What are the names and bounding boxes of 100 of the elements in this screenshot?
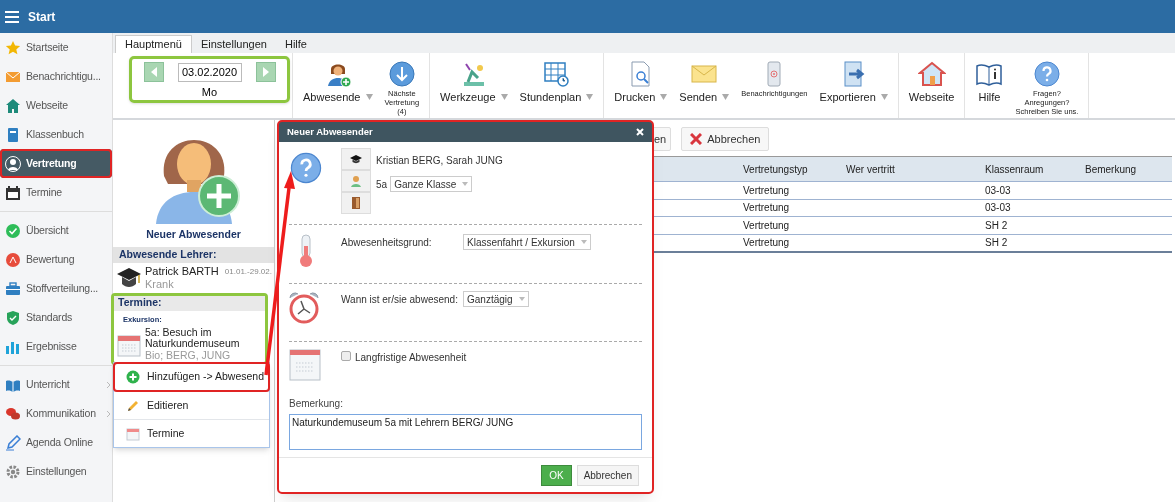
menu-item[interactable]: Termine <box>114 419 269 447</box>
cancel-icon <box>690 133 703 145</box>
ribbon-tab[interactable]: Einstellungen <box>191 35 276 53</box>
remark-field[interactable]: Naturkundemuseum 5a mit Lehrern BERG/ JUNG <box>289 414 642 450</box>
menu-item[interactable]: Hinzufügen -> Abwesend <box>114 363 269 391</box>
graduation-cap-icon <box>349 154 363 164</box>
right-triangle-icon <box>262 67 269 77</box>
rating-icon <box>5 251 21 268</box>
appointment-subtitle: Bio; BERG, JUNG <box>145 350 232 361</box>
sidebar-item[interactable]: Startseite <box>0 33 112 62</box>
thermometer-icon <box>297 234 315 268</box>
table-cell-text: Vertretung <box>742 236 791 251</box>
date-field[interactable]: 03.02.2020 <box>177 62 242 82</box>
table-cell-text: SH 2 <box>984 218 1009 233</box>
caret-icon <box>365 94 373 101</box>
door-icon <box>352 197 360 209</box>
caret-icon <box>518 297 525 301</box>
door-button[interactable] <box>341 192 371 214</box>
checkbox[interactable] <box>341 351 351 361</box>
calendar-icon <box>289 349 321 381</box>
new-absentee-button[interactable]: Neuer Abwesender <box>113 120 274 243</box>
class-label: 5a <box>376 177 388 192</box>
sidebar-item[interactable]: Unterricht <box>0 370 112 399</box>
sidebar-item[interactable]: Ergebnisse <box>0 332 112 361</box>
ribbon-button[interactable]: Stundenplan <box>515 60 598 106</box>
sidebar-item[interactable]: Agenda Online <box>0 428 112 457</box>
dialog-button[interactable]: Abbrechen <box>576 464 639 486</box>
graduation-cap-icon <box>116 265 142 290</box>
down-arrow-circle-icon <box>387 60 416 88</box>
house-icon <box>5 97 21 114</box>
table-cell-text: SH 2 <box>984 236 1009 251</box>
reason-label: Abwesenheitsgrund: <box>341 236 433 250</box>
ribbon-tab[interactable]: Hilfe <box>275 35 316 53</box>
ribbon-button[interactable]: Drucken <box>610 60 672 106</box>
reason-select[interactable]: Klassenfahrt / Exkursion <box>463 234 591 250</box>
teacher-name: Patrick BARTH <box>145 264 219 278</box>
class-scope-select[interactable]: Ganze Klasse <box>390 176 473 192</box>
caret-icon <box>722 94 730 101</box>
caret-icon <box>586 94 594 101</box>
calendar-icon <box>126 426 140 441</box>
next-day-button[interactable] <box>255 62 276 82</box>
question-circle-icon <box>1032 60 1061 88</box>
sidebar-item[interactable]: Standards <box>0 303 112 332</box>
appointment-item[interactable]: 5a: Besuch im Naturkundemuseum Bio; BERG, JUNG <box>114 325 265 362</box>
briefcase-icon <box>5 280 21 297</box>
column-header: Bemerkung <box>1084 162 1138 177</box>
ribbon-button[interactable]: Senden <box>675 60 734 106</box>
ribbon-button[interactable]: Hilfe <box>971 60 1008 106</box>
calendar-icon <box>5 184 21 201</box>
sidebar-item[interactable]: Termine <box>0 178 112 207</box>
star-icon <box>5 39 21 56</box>
sidebar-item[interactable]: Kommunikation <box>0 399 112 428</box>
chevron-icon <box>106 409 111 418</box>
menu-item[interactable]: Editieren <box>114 391 269 419</box>
check-circle-icon <box>5 222 21 239</box>
ribbon-button[interactable]: Abwesende <box>299 60 377 106</box>
caret-icon <box>880 94 888 101</box>
question-circle-icon <box>289 151 323 185</box>
graduation-cap-button[interactable] <box>341 148 371 170</box>
sidebar-item[interactable]: Webseite <box>0 91 112 120</box>
table-cell-text: Vertretung <box>742 183 791 198</box>
sidebar-item[interactable]: Stoffverteilung... <box>0 274 112 303</box>
toolbar-button[interactable]: Abbrechen <box>681 127 770 151</box>
teacher-names: Kristian BERG, Sarah JUNG <box>376 154 503 168</box>
plus-circle-icon <box>126 370 140 384</box>
caret-icon <box>500 94 508 101</box>
ribbon-tab[interactable]: Hauptmenü <box>115 35 192 53</box>
sidebar-item[interactable]: Vertretung <box>0 149 112 178</box>
table-cell-text: 03-03 <box>984 201 1012 216</box>
dialog-title: Neuer Abwesender <box>287 124 373 139</box>
previous-day-button[interactable] <box>143 62 164 82</box>
absence-time-label: Wann ist er/sie abwesend: <box>341 293 459 307</box>
calendar-icon <box>117 333 141 357</box>
house-icon <box>917 60 946 88</box>
pencil-icon <box>126 398 140 413</box>
absence-period: 01.01.-29.02. <box>224 265 272 278</box>
sidebar-item[interactable]: Übersicht <box>0 216 112 245</box>
window-title: Start <box>28 8 56 26</box>
table-cell-text: 03-03 <box>984 183 1012 198</box>
remark-label: Bemerkung: <box>289 397 344 411</box>
sidebar-item[interactable]: Einstellungen <box>0 457 112 486</box>
chevron-icon <box>106 380 111 389</box>
absent-teacher-row[interactable]: Patrick BARTH Krank 01.01.-29.02. <box>113 262 274 293</box>
chat-bubbles-icon <box>5 405 21 422</box>
gear-icon <box>5 463 21 480</box>
ribbon-button[interactable]: Webseite <box>904 60 959 106</box>
left-triangle-icon <box>150 67 157 77</box>
book-icon <box>5 126 21 143</box>
absence-time-select[interactable]: Ganztägig <box>463 291 529 307</box>
table-cell-text: Vertretung <box>742 218 791 233</box>
sidebar-item[interactable]: Klassenbuch <box>0 120 112 149</box>
absence-reason: Krank <box>145 277 175 291</box>
ribbon-button[interactable]: Exportieren <box>815 60 892 106</box>
sidebar-item[interactable]: Bewertung <box>0 245 112 274</box>
sidebar-item[interactable]: Benachrichtigu... <box>0 62 112 91</box>
column-header: Wer vertritt <box>845 162 896 177</box>
alarm-clock-icon <box>287 291 321 325</box>
caret-icon <box>462 182 469 186</box>
ribbon-button[interactable]: Werkzeuge <box>436 60 512 106</box>
appointment-title: 5a: Besuch im Naturkundemuseum <box>145 327 241 349</box>
